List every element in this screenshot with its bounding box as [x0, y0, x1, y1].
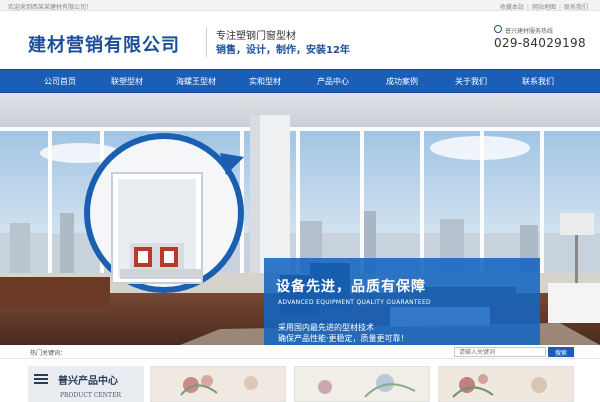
top-bar: 欢迎来到西某某建材有限公司！ 收藏本站 | 网站地图 | 联系我们: [0, 0, 600, 11]
banner-subline-2: 确保产品性能·更稳定，质量更可靠！: [278, 334, 409, 343]
product-thumbnail[interactable]: [150, 366, 286, 402]
product-section: 普兴产品中心 PRODUCT CENTER: [0, 360, 600, 402]
nav-liansu[interactable]: 联塑型材: [111, 76, 143, 87]
product-thumbnail[interactable]: [294, 366, 430, 402]
nav-home[interactable]: 公司首页: [44, 76, 76, 87]
nav-contact[interactable]: 联系我们: [522, 76, 554, 87]
product-center-subtitle: PRODUCT CENTER: [60, 392, 121, 399]
floral-tile-image: [151, 367, 285, 401]
hot-keywords-label: 热门关键词：: [30, 350, 67, 357]
banner-illustration: [0, 93, 600, 345]
slogan-line-2: 销售，设计，制作，安装12年: [216, 45, 350, 56]
banner-headline-en: ADVANCED EQUIPMENT QUALITY GUARANTEED: [278, 299, 431, 306]
phone-icon: [494, 25, 502, 33]
header: 建材营销有限公司 专注塑钢门窗型材 销售，设计，制作，安装12年 普兴建材服务热…: [0, 11, 600, 69]
search-bar: 热门关键词： 搜索: [0, 345, 600, 359]
hotline-label: 普兴建材服务热线: [505, 28, 554, 35]
hotline-number: 029-84029198: [494, 36, 586, 50]
product-center-title: 普兴产品中心: [58, 376, 118, 387]
banner-subline-1: 采用国内最先进的型材技术: [278, 323, 374, 332]
separator: |: [558, 4, 561, 11]
header-divider: [206, 27, 207, 57]
site-logo[interactable]: 建材营销有限公司: [28, 31, 180, 57]
nav-conch[interactable]: 海螺王型材: [176, 76, 216, 87]
menu-list-icon: [34, 374, 48, 386]
nav-shihe[interactable]: 实和型材: [249, 76, 281, 87]
nav-cases[interactable]: 成功案例: [386, 76, 418, 87]
contact-link[interactable]: 联系我们: [564, 4, 588, 11]
floral-tile-image: [439, 367, 573, 401]
slogan-line-1: 专注塑钢门窗型材: [216, 31, 296, 42]
search-input[interactable]: [454, 347, 546, 357]
top-links: 收藏本站 | 网站地图 | 联系我们: [500, 2, 588, 11]
separator: |: [526, 4, 529, 11]
product-center-header: 普兴产品中心 PRODUCT CENTER: [28, 366, 144, 402]
main-nav: 公司首页 联塑型材 海螺王型材 实和型材 产品中心 成功案例 关于我们 联系我们: [0, 69, 600, 93]
search-button[interactable]: 搜索: [548, 347, 574, 357]
sitemap-link[interactable]: 网站地图: [532, 4, 556, 11]
banner-headline: 设备先进，品质有保障: [276, 279, 426, 295]
hero-banner[interactable]: 设备先进，品质有保障 ADVANCED EQUIPMENT QUALITY GU…: [0, 93, 600, 345]
welcome-text: 欢迎来到西某某建材有限公司！: [8, 4, 93, 11]
nav-about[interactable]: 关于我们: [455, 76, 487, 87]
floral-tile-image: [295, 367, 429, 401]
nav-products[interactable]: 产品中心: [317, 76, 349, 87]
product-thumbnail[interactable]: [438, 366, 574, 402]
bookmark-link[interactable]: 收藏本站: [500, 4, 524, 11]
page: 欢迎来到西某某建材有限公司！ 收藏本站 | 网站地图 | 联系我们 建材营销有限公司 专…: [0, 0, 600, 402]
